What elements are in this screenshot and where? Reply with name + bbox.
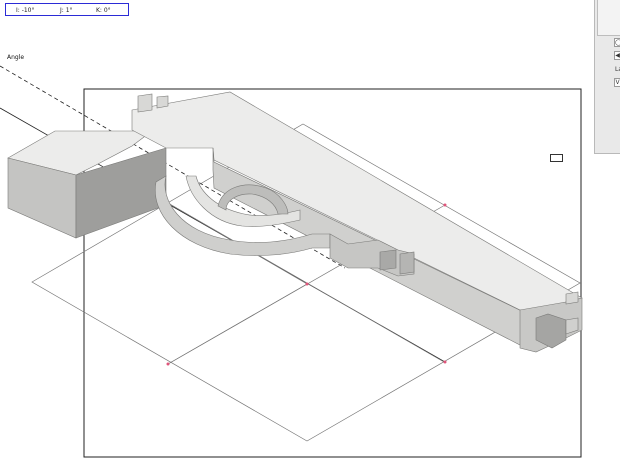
readout-i: I: -10° — [16, 7, 35, 14]
readout-k: K: 0° — [96, 7, 111, 14]
panel-label-la: La — [615, 66, 620, 73]
panel-top-box — [597, 0, 620, 36]
panel-button-2[interactable]: ◀ — [614, 51, 620, 60]
viewport-3d[interactable] — [0, 0, 620, 459]
readout-j: J: 1° — [60, 7, 73, 14]
model-receiver-nub-2 — [399, 251, 415, 275]
model-receiver-nub — [379, 249, 397, 271]
model-object[interactable] — [7, 91, 583, 353]
model-rear-sight — [137, 93, 153, 113]
panel-button-1[interactable]: ◯ — [614, 38, 620, 47]
side-panel: ◯ ◀ La V — [594, 0, 620, 154]
model-front-sight — [565, 291, 579, 305]
panel-dropdown[interactable]: V — [614, 78, 620, 87]
model-rear-sight-2 — [156, 95, 169, 109]
view-marker-rect[interactable] — [550, 154, 563, 162]
angle-label: Angle — [7, 54, 25, 61]
rotation-readout: I: -10° J: 1° K: 0° — [5, 3, 129, 16]
